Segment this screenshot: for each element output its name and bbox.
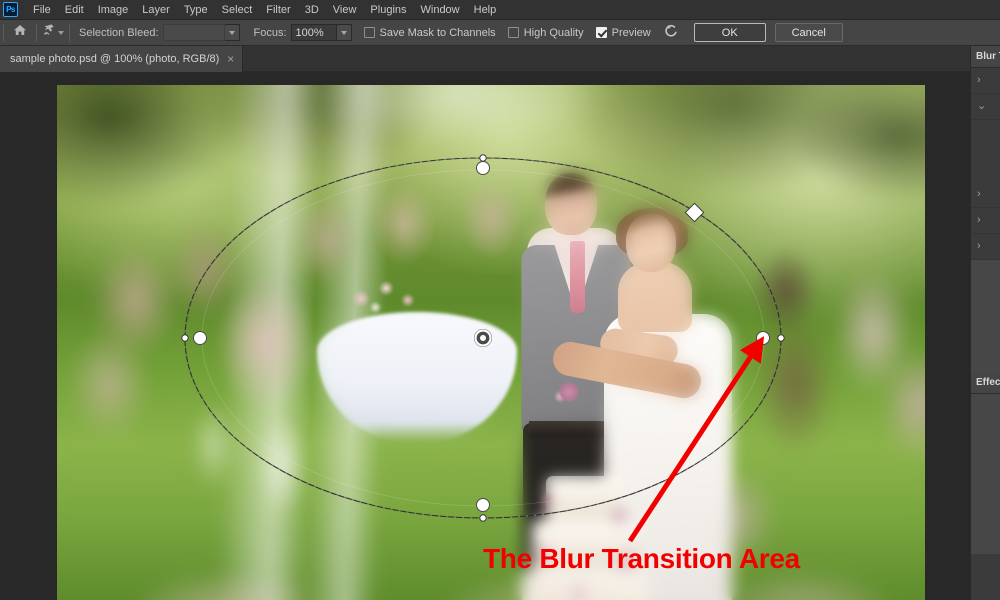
annotation-label: The Blur Transition Area (483, 543, 800, 574)
options-bar: Selection Bleed: Focus: 100% Save Mask t… (0, 20, 1000, 46)
photoshop-logo-icon: Ps (3, 2, 18, 17)
panel-row-tilt-shift[interactable]: › (971, 182, 1000, 208)
checkbox-box (507, 27, 519, 38)
chevron-down-icon (228, 30, 235, 35)
menu-3d[interactable]: 3D (298, 0, 326, 20)
home-button[interactable] (7, 22, 33, 44)
focus-input[interactable]: 100% (290, 24, 337, 41)
chevron-right-icon: › (977, 188, 981, 200)
focus-dropdown[interactable] (336, 24, 352, 41)
panel-row-path-blur[interactable]: › (971, 208, 1000, 234)
chevron-down-icon (58, 30, 64, 35)
document-tab-label: sample photo.psd @ 100% (photo, RGB/8) (10, 53, 220, 65)
right-panel-dock: Blur Tools › ⌄ › › › Effects (970, 46, 1000, 600)
canvas-workspace[interactable] (0, 72, 970, 600)
menu-view[interactable]: View (326, 0, 364, 20)
menu-filter[interactable]: Filter (259, 0, 297, 20)
divider (36, 23, 37, 42)
menu-layer[interactable]: Layer (135, 0, 177, 20)
document-tab[interactable]: sample photo.psd @ 100% (photo, RGB/8) × (0, 46, 244, 72)
preview-checkbox[interactable]: Preview (595, 26, 651, 39)
blur-tools-panel-header[interactable]: Blur Tools (971, 46, 1000, 68)
menu-bar: Ps File Edit Image Layer Type Select Fil… (0, 0, 1000, 20)
document-image[interactable] (57, 85, 925, 600)
selection-bleed-label: Selection Bleed: (79, 26, 159, 39)
divider (69, 23, 70, 42)
iris-blur-controls-area (971, 120, 1000, 182)
high-quality-label: High Quality (523, 26, 584, 39)
photoshop-window: Ps File Edit Image Layer Type Select Fil… (0, 0, 1000, 600)
home-icon (13, 23, 27, 42)
panel-row-iris-blur[interactable]: ⌄ (971, 94, 1000, 120)
menu-select[interactable]: Select (215, 0, 260, 20)
iris-blur-effect-edge (57, 85, 925, 600)
checkbox-box-checked (595, 27, 607, 38)
blur-pin-tool-icon (42, 23, 57, 43)
ok-button[interactable]: OK (693, 23, 766, 42)
save-mask-to-channels-label: Save Mask to Channels (379, 26, 496, 39)
checkbox-box (363, 27, 375, 38)
panel-row-spin-blur[interactable]: › (971, 234, 1000, 260)
menu-file[interactable]: File (26, 0, 58, 20)
menu-type[interactable]: Type (177, 0, 215, 20)
cancel-button[interactable]: Cancel (774, 23, 843, 42)
chevron-right-icon: › (977, 74, 981, 86)
panel-empty-area (971, 260, 1000, 372)
effects-panel-body (971, 394, 1000, 554)
selection-bleed-input[interactable] (162, 24, 225, 41)
divider (3, 23, 4, 42)
chevron-right-icon: › (977, 240, 981, 252)
menu-plugins[interactable]: Plugins (363, 0, 413, 20)
reset-arrow-icon (664, 23, 679, 43)
chevron-down-icon (340, 30, 347, 35)
menu-window[interactable]: Window (414, 0, 467, 20)
document-tab-bar: sample photo.psd @ 100% (photo, RGB/8) × (0, 46, 1000, 72)
chevron-right-icon: › (977, 214, 981, 226)
blur-gallery-tool-button[interactable] (40, 22, 66, 44)
save-mask-to-channels-checkbox[interactable]: Save Mask to Channels (363, 26, 496, 39)
menu-help[interactable]: Help (467, 0, 504, 20)
chevron-down-icon: ⌄ (977, 100, 987, 112)
menu-edit[interactable]: Edit (58, 0, 91, 20)
preview-label: Preview (611, 26, 651, 39)
panel-row-field-blur[interactable]: › (971, 68, 1000, 94)
selection-bleed-dropdown[interactable] (224, 24, 240, 41)
effects-panel-header[interactable]: Effects (971, 372, 1000, 394)
high-quality-checkbox[interactable]: High Quality (507, 26, 584, 39)
menu-image[interactable]: Image (91, 0, 136, 20)
close-icon[interactable]: × (227, 53, 234, 65)
reset-button[interactable] (659, 22, 685, 44)
focus-label: Focus: (253, 26, 287, 39)
